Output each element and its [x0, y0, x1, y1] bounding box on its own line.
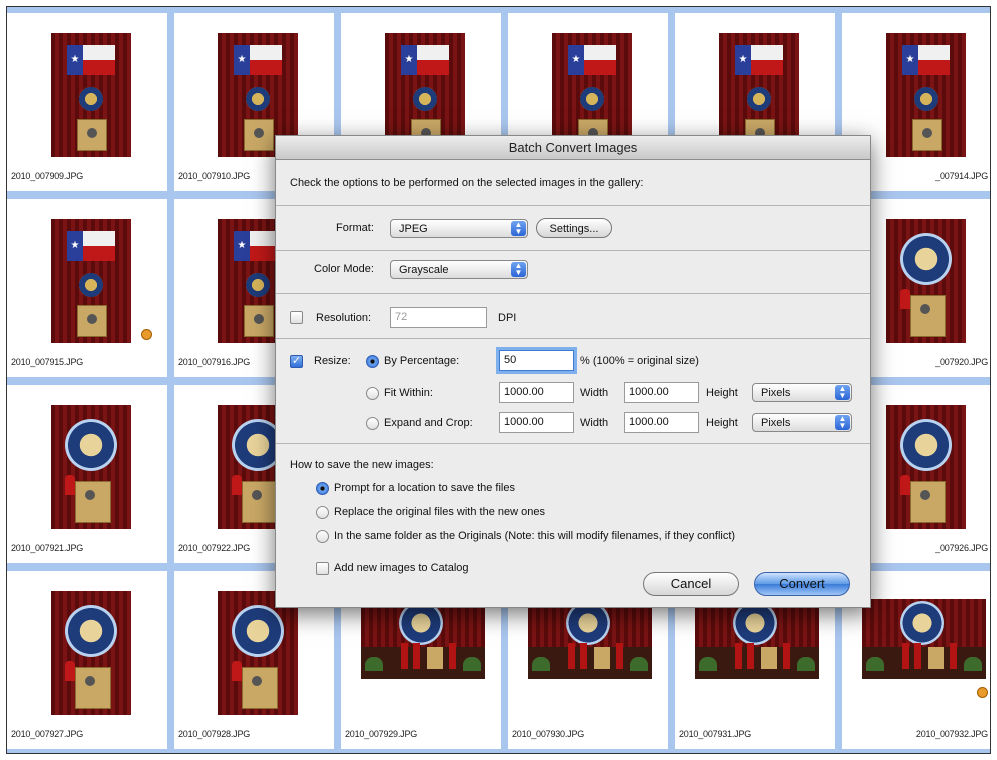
thumbnail-filename: 2010_007915.JPG: [11, 357, 84, 367]
thumbnail-cell[interactable]: 2010_007927.JPG: [7, 571, 167, 749]
dialog-title: Batch Convert Images: [276, 136, 870, 160]
thumbnail-image: ★: [51, 219, 131, 343]
resize-checkbox[interactable]: ✓: [290, 355, 303, 368]
percentage-note: % (100% = original size): [580, 355, 699, 367]
crop-units-popup[interactable]: Pixels ▲ ▼: [752, 413, 852, 432]
fit-height-field[interactable]: 1000.00: [624, 382, 699, 403]
expand-crop-label: Expand and Crop:: [384, 417, 473, 429]
add-catalog-checkbox[interactable]: [316, 562, 329, 575]
thumbnail-filename: 2010_007921.JPG: [11, 543, 84, 553]
fit-width-field[interactable]: 1000.00: [499, 382, 574, 403]
thumbnail-filename: 2010_007928.JPG: [178, 729, 251, 739]
thumbnail-filename: 2010_007932.JPG: [915, 729, 988, 739]
divider: [276, 293, 870, 294]
format-label: Format:: [336, 222, 374, 234]
thumbnail-image: [886, 219, 966, 343]
divider: [276, 443, 870, 444]
label-badge-icon: [977, 687, 988, 698]
height-label: Height: [706, 417, 738, 429]
add-catalog-label: Add new images to Catalog: [334, 562, 469, 574]
color-mode-popup[interactable]: Grayscale ▲ ▼: [390, 260, 528, 279]
thumbnail-image: [528, 599, 652, 679]
same-folder-label: In the same folder as the Originals (Not…: [334, 530, 736, 542]
convert-button[interactable]: Convert: [754, 572, 850, 596]
by-percentage-label: By Percentage:: [384, 355, 460, 367]
cancel-button[interactable]: Cancel: [643, 572, 739, 596]
thumbnail-filename: 2010_007909.JPG: [11, 171, 84, 181]
same-folder-radio[interactable]: [316, 530, 329, 543]
fit-units-popup[interactable]: Pixels ▲ ▼: [752, 383, 852, 402]
percentage-field[interactable]: 50: [499, 350, 574, 371]
batch-convert-dialog: Batch Convert Images Check the options t…: [275, 135, 871, 608]
color-mode-label: Color Mode:: [314, 263, 374, 275]
expand-crop-radio[interactable]: [366, 417, 379, 430]
color-mode-value: Grayscale: [399, 264, 449, 276]
thumbnail-filename: _007914.JPG: [935, 171, 988, 181]
popup-arrows-icon: ▲ ▼: [511, 262, 526, 277]
width-label: Width: [580, 387, 609, 399]
thumbnail-filename: 2010_007916.JPG: [178, 357, 251, 367]
thumbnail-image: [51, 405, 131, 529]
fit-within-radio[interactable]: [366, 387, 379, 400]
resize-label: Resize:: [314, 355, 351, 367]
thumbnail-filename: 2010_007931.JPG: [679, 729, 752, 739]
thumbnail-image: [361, 599, 485, 679]
thumbnail-image: [695, 599, 819, 679]
units-value: Pixels: [761, 387, 791, 399]
thumbnail-image: ★: [886, 33, 966, 157]
label-badge-icon: [141, 329, 152, 340]
thumbnail-image: [886, 405, 966, 529]
thumbnail-filename: 2010_007930.JPG: [512, 729, 585, 739]
height-label: Height: [706, 387, 738, 399]
thumbnail-image: [218, 591, 298, 715]
divider: [276, 205, 870, 206]
prompt-location-label: Prompt for a location to save the files: [334, 482, 515, 494]
popup-arrows-icon: ▲ ▼: [835, 385, 850, 400]
thumbnail-cell[interactable]: ★ 2010_007915.JPG: [7, 199, 167, 377]
prompt-location-radio[interactable]: [316, 482, 329, 495]
width-label: Width: [580, 417, 609, 429]
format-popup[interactable]: JPEG ▲ ▼: [390, 219, 528, 238]
thumbnail-image: [862, 599, 986, 679]
crop-height-field[interactable]: 1000.00: [624, 412, 699, 433]
thumbnail-filename: 2010_007927.JPG: [11, 729, 84, 739]
dpi-label: DPI: [498, 312, 517, 324]
divider: [276, 250, 870, 251]
units-value: Pixels: [761, 417, 791, 429]
instructions-text: Check the options to be performed on the…: [290, 177, 644, 189]
thumbnail-filename: _007920.JPG: [935, 357, 988, 367]
thumbnail-cell[interactable]: ★ 2010_007909.JPG: [7, 13, 167, 191]
by-percentage-radio[interactable]: [366, 355, 379, 368]
thumbnail-filename: 2010_007929.JPG: [345, 729, 418, 739]
thumbnail-image: ★: [51, 33, 131, 157]
fit-within-label: Fit Within:: [384, 387, 433, 399]
crop-width-field[interactable]: 1000.00: [499, 412, 574, 433]
divider: [276, 338, 870, 339]
resolution-label: Resolution:: [316, 312, 372, 324]
thumbnail-image: [51, 591, 131, 715]
popup-arrows-icon: ▲ ▼: [511, 221, 526, 236]
replace-originals-label: Replace the original files with the new …: [334, 506, 545, 518]
resolution-checkbox[interactable]: [290, 311, 303, 324]
replace-originals-radio[interactable]: [316, 506, 329, 519]
format-value: JPEG: [399, 223, 428, 235]
popup-arrows-icon: ▲ ▼: [835, 415, 850, 430]
thumbnail-cell[interactable]: 2010_007921.JPG: [7, 385, 167, 563]
resolution-field[interactable]: 72: [390, 307, 487, 328]
thumbnail-filename: 2010_007910.JPG: [178, 171, 251, 181]
thumbnail-filename: _007926.JPG: [935, 543, 988, 553]
save-heading: How to save the new images:: [290, 459, 434, 471]
settings-button[interactable]: Settings...: [536, 218, 612, 238]
thumbnail-filename: 2010_007922.JPG: [178, 543, 251, 553]
